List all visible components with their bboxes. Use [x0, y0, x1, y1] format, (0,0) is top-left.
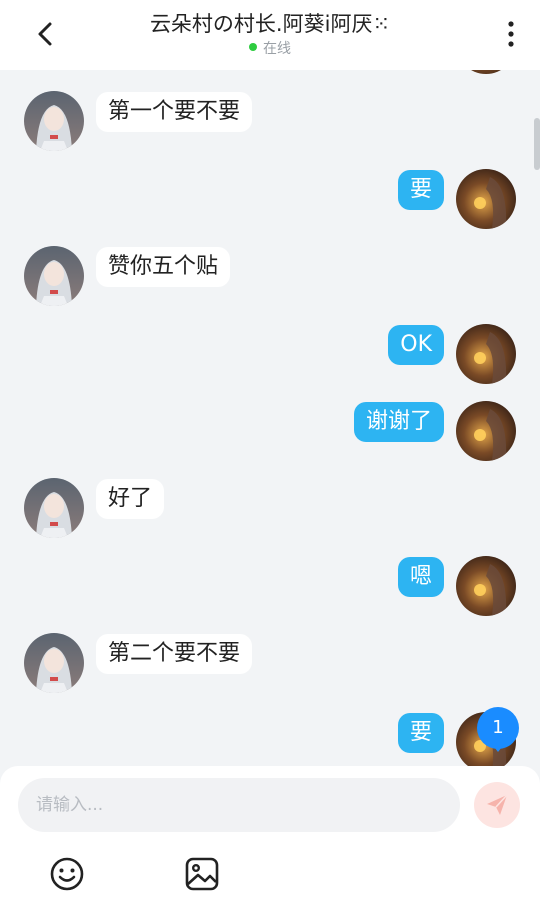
scrollbar[interactable]: [534, 118, 540, 170]
message-bubble[interactable]: 赞你五个贴: [96, 247, 231, 287]
message-input[interactable]: [18, 778, 460, 832]
list-item: 谢谢了: [0, 401, 540, 461]
avatar[interactable]: [24, 91, 84, 151]
emoji-icon: [50, 857, 84, 891]
message-bubble[interactable]: 要: [397, 170, 444, 210]
more-vertical-icon: [508, 21, 514, 47]
list-item: 赞你五个贴: [0, 246, 540, 306]
list-item: 要: [0, 712, 540, 766]
online-status: 在线: [0, 38, 540, 58]
chat-header: 云朵村の村长.阿葵i阿厌⁙ 在线: [0, 0, 540, 70]
message-bubble[interactable]: 第一个要不要: [96, 92, 253, 132]
unread-badge[interactable]: 1: [477, 707, 519, 752]
message-bubble[interactable]: OK: [388, 325, 444, 365]
list-item: 第二个要不要: [0, 633, 540, 693]
message-bubble[interactable]: 嗯: [397, 557, 444, 597]
list-item: 要: [0, 169, 540, 229]
avatar[interactable]: [456, 169, 516, 229]
list-item: 嗯: [0, 556, 540, 616]
image-button[interactable]: [184, 856, 220, 892]
image-icon: [185, 857, 219, 891]
more-button[interactable]: [496, 14, 526, 54]
status-text: 在线: [263, 41, 291, 57]
avatar[interactable]: [24, 246, 84, 306]
avatar[interactable]: [456, 401, 516, 461]
emoji-button[interactable]: [49, 856, 85, 892]
list-item: OK: [0, 324, 540, 384]
send-icon: [487, 794, 508, 815]
message-bubble[interactable]: 好了: [96, 479, 165, 519]
avatar[interactable]: [24, 633, 84, 693]
send-button[interactable]: [474, 782, 520, 828]
avatar[interactable]: [456, 324, 516, 384]
message-bubble[interactable]: 要: [397, 713, 444, 753]
list-item: 好了: [0, 478, 540, 538]
composer-bar: [0, 766, 540, 922]
message-bubble[interactable]: 谢谢了: [353, 402, 444, 442]
avatar[interactable]: [456, 556, 516, 616]
chat-title: 云朵村の村长.阿葵i阿厌⁙: [149, 12, 391, 36]
message-list[interactable]: 第一个要不要 要 赞你五个贴 OK 谢谢了 好了 嗯 第二个要不要 要: [0, 70, 540, 766]
online-dot-icon: [249, 43, 257, 51]
avatar[interactable]: [456, 70, 516, 74]
list-item: 第一个要不要: [0, 91, 540, 151]
avatar[interactable]: [24, 478, 84, 538]
message-bubble[interactable]: 第二个要不要: [96, 634, 253, 674]
